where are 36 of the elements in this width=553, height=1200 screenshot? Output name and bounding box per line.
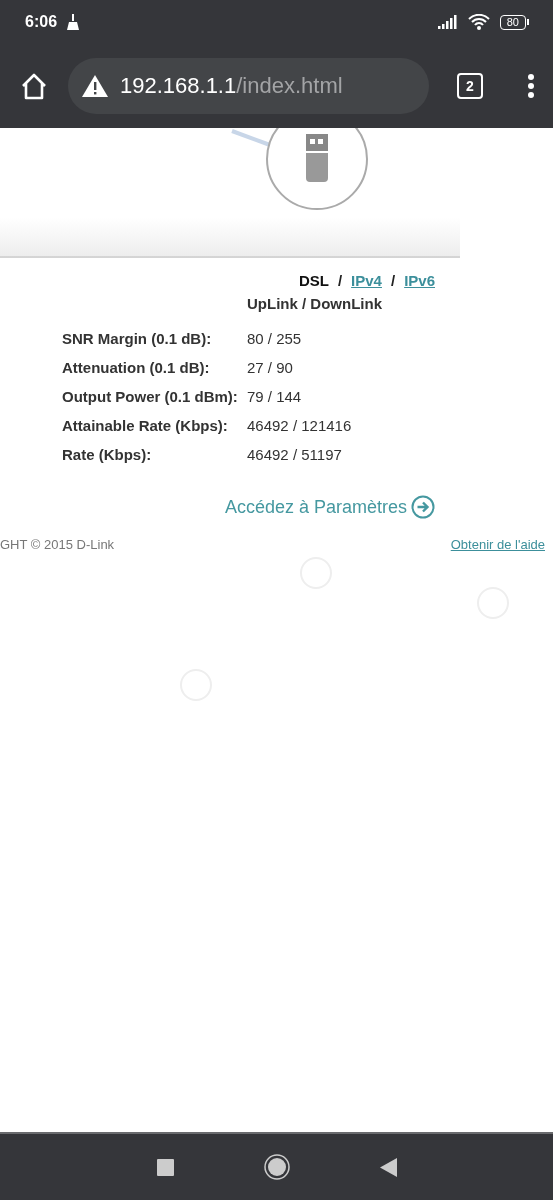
tab[interactable]: IPv4 — [351, 272, 382, 289]
row-value: 27 / 90 — [247, 359, 294, 376]
connector-line — [231, 129, 271, 147]
back-icon[interactable] — [379, 1157, 397, 1177]
row-label: Attenuation (0.1 dB): — [62, 359, 211, 376]
row-value: 46492 / 121416 — [247, 417, 353, 434]
tab[interactable]: IPv6 — [404, 272, 435, 289]
home-button-icon[interactable] — [263, 1154, 290, 1180]
row-label: Output Power (0.1 dBm): — [62, 388, 239, 405]
row-label: Attainable Rate (Kbps): — [62, 417, 229, 434]
broom-icon — [67, 14, 80, 30]
address-bar[interactable]: 192.168.1.1/index.html — [68, 58, 429, 114]
signal-icon — [437, 15, 458, 29]
row-value: 80 / 255 — [247, 330, 303, 347]
row-value: 79 / 144 — [247, 388, 303, 405]
usb-drive-icon — [266, 128, 368, 210]
settings-link[interactable]: Accédez à Paramètres — [224, 496, 407, 518]
home-icon[interactable] — [20, 72, 48, 100]
separator: / — [390, 272, 396, 289]
wifi-icon — [467, 14, 490, 30]
tab[interactable]: DSL — [298, 272, 329, 289]
column-header: UpLink / DownLink — [247, 295, 383, 312]
separator: / — [337, 272, 343, 289]
recents-icon[interactable] — [156, 1158, 174, 1176]
row-value: 46492 / 51197 — [247, 446, 343, 463]
copyright-text: GHT © 2015 D-Link — [0, 537, 115, 552]
menu-icon[interactable] — [527, 74, 535, 98]
row-label: Rate (Kbps): — [62, 446, 153, 463]
clock: 6:06 — [25, 13, 58, 31]
warning-icon — [82, 75, 108, 97]
arrow-circle-icon[interactable] — [411, 495, 435, 519]
url-text: 192.168.1.1/index.html — [120, 73, 343, 99]
row-label: SNR Margin (0.1 dB): — [62, 330, 213, 347]
battery-indicator: 80 — [499, 14, 529, 30]
tab-count-button[interactable]: 2 — [457, 73, 483, 99]
help-link[interactable]: Obtenir de l'aide — [450, 537, 545, 552]
